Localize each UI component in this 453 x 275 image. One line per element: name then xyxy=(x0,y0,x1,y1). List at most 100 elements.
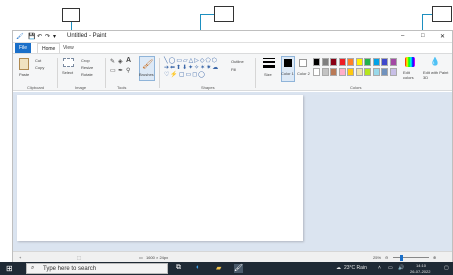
volume-icon[interactable]: 🔊 xyxy=(398,265,404,271)
color1-label: Color 1 xyxy=(281,71,294,76)
tab-file[interactable]: File xyxy=(15,43,31,53)
pencil-icon[interactable]: ✎ xyxy=(110,58,115,65)
brushes-label: Brushes xyxy=(139,72,154,77)
palette-swatch[interactable] xyxy=(313,68,320,76)
text-icon[interactable]: A xyxy=(126,57,131,64)
clock-date: 26-07-2022 xyxy=(410,269,431,274)
eraser-icon[interactable]: ▭ xyxy=(110,67,116,74)
paint-taskbar-icon[interactable]: 🖌 xyxy=(234,264,243,273)
divider xyxy=(105,58,106,88)
clipboard-paste-icon[interactable] xyxy=(19,58,29,70)
palette-swatch[interactable] xyxy=(347,58,354,66)
canvas-dimensions: 1600 × 24px xyxy=(146,255,169,260)
palette-swatch[interactable] xyxy=(355,58,363,66)
taskbar: ⊞ ⌕ Type here to search ⧉ ◐ ▰ 🖌 ☁ 23°C R… xyxy=(0,262,453,275)
ribbon-tabs: File Home View xyxy=(13,43,452,53)
crop-button[interactable]: Crop xyxy=(81,58,90,63)
palette-swatch[interactable] xyxy=(338,68,346,76)
palette-swatch[interactable] xyxy=(364,58,371,66)
annotation-box-title-bar xyxy=(214,6,234,22)
palette-swatch[interactable] xyxy=(389,58,397,66)
tab-view[interactable]: View xyxy=(63,43,74,53)
paint3d-icon[interactable]: 💧 xyxy=(430,57,440,66)
palette-swatch[interactable] xyxy=(389,68,397,76)
select-icon[interactable] xyxy=(63,58,74,67)
palette-swatch[interactable] xyxy=(372,68,380,76)
shapes-gallery-row3[interactable]: ♡⚡▢▭◻◯ xyxy=(164,71,206,78)
save-icon[interactable]: 💾 xyxy=(28,33,35,40)
undo-icon[interactable]: ↶ xyxy=(37,33,42,40)
paint-app-icon: 🖌 xyxy=(16,34,24,40)
cut-button[interactable]: Cut xyxy=(35,58,41,63)
pointer-line xyxy=(422,14,432,15)
weather-icon: ☁ xyxy=(336,265,341,271)
redo-icon[interactable]: ↷ xyxy=(45,33,50,40)
zoom-level: 25% xyxy=(373,255,382,260)
fill-button[interactable]: Fill xyxy=(231,67,236,72)
divider xyxy=(159,58,160,88)
color2-label: Color 2 xyxy=(297,71,310,76)
palette-swatch[interactable] xyxy=(355,68,363,76)
palette-swatch[interactable] xyxy=(381,58,388,66)
palette-swatch[interactable] xyxy=(321,58,329,66)
color-palette xyxy=(313,58,401,80)
close-button[interactable]: ✕ xyxy=(440,33,445,40)
ribbon: Paste Cut Copy Clipboard Select Crop Res… xyxy=(13,53,452,91)
zoom-slider[interactable] xyxy=(393,257,429,258)
clipboard-group-label: Clipboard xyxy=(27,85,45,90)
palette-swatch[interactable] xyxy=(347,68,354,76)
zoom-out-button[interactable]: ⊖ xyxy=(385,255,388,260)
tab-home[interactable]: Home xyxy=(37,43,61,53)
zoom-in-button[interactable]: ⊕ xyxy=(433,255,436,260)
copy-button[interactable]: Copy xyxy=(35,65,44,70)
edit-colors-icon[interactable] xyxy=(405,57,415,67)
image-group-label: Image xyxy=(75,85,87,90)
network-icon[interactable]: ▭ xyxy=(388,265,393,271)
brush-icon: 🖌 xyxy=(142,59,154,69)
outline-button[interactable]: Outline xyxy=(231,59,244,64)
palette-swatch[interactable] xyxy=(330,68,337,76)
rotate-button[interactable]: Rotate xyxy=(81,72,93,77)
paint-window: 🖌 💾 ↶ ↷ ▾ Untitled - Paint – □ ✕ File Ho… xyxy=(12,30,453,263)
task-view-icon[interactable]: ⧉ xyxy=(176,264,185,273)
search-box[interactable]: ⌕ Type here to search xyxy=(26,263,168,274)
paste-button[interactable]: Paste xyxy=(19,72,29,77)
size-line-3 xyxy=(263,65,275,68)
palette-swatch[interactable] xyxy=(313,58,320,66)
annotation-box-window-controls xyxy=(432,6,452,22)
notification-icon[interactable]: ▢ xyxy=(444,265,449,271)
file-explorer-icon[interactable]: ▰ xyxy=(216,264,225,273)
edge-icon[interactable]: ◐ xyxy=(196,264,205,273)
select-button[interactable]: Select xyxy=(62,70,73,75)
palette-swatch[interactable] xyxy=(364,68,371,76)
color-picker-icon[interactable]: ✒ xyxy=(118,67,123,74)
palette-swatch[interactable] xyxy=(338,58,346,66)
add-icon: + xyxy=(19,255,22,260)
minimize-button[interactable]: – xyxy=(401,33,404,39)
search-icon: ⌕ xyxy=(31,265,35,271)
shapes-gallery-row2[interactable]: ➔⬅⬆⬇✦✧✶✷☁ xyxy=(164,64,219,71)
drawing-canvas[interactable] xyxy=(17,95,303,241)
weather-text: 23°C Rain xyxy=(344,265,367,271)
chevron-up-icon[interactable]: ˄ xyxy=(378,265,381,271)
palette-swatch[interactable] xyxy=(321,68,329,76)
palette-swatch[interactable] xyxy=(372,58,380,66)
color1-swatch xyxy=(284,59,292,67)
shapes-group-label: Shapes xyxy=(201,85,215,90)
palette-swatch[interactable] xyxy=(381,68,388,76)
fill-icon[interactable]: ◈ xyxy=(118,58,123,65)
shapes-gallery[interactable]: ╲◯▭▱△▷◇⬠⬡ xyxy=(164,57,218,64)
start-icon[interactable]: ⊞ xyxy=(6,264,15,273)
edit-with-paint3d-button[interactable]: Edit with Paint 3D xyxy=(423,70,449,80)
size-line-1 xyxy=(263,58,275,59)
edit-colors-button[interactable]: Edit colors xyxy=(403,70,419,80)
magnifier-icon[interactable]: ⚲ xyxy=(126,67,130,74)
maximize-button[interactable]: □ xyxy=(421,33,425,39)
zoom-slider-thumb[interactable] xyxy=(400,255,403,261)
divider xyxy=(255,58,256,88)
resize-button[interactable]: Resize xyxy=(81,65,93,70)
color2-swatch[interactable] xyxy=(299,59,307,67)
palette-swatch[interactable] xyxy=(330,58,337,66)
dropdown-icon[interactable]: ▾ xyxy=(53,33,56,40)
size-button[interactable]: Size xyxy=(264,72,272,77)
